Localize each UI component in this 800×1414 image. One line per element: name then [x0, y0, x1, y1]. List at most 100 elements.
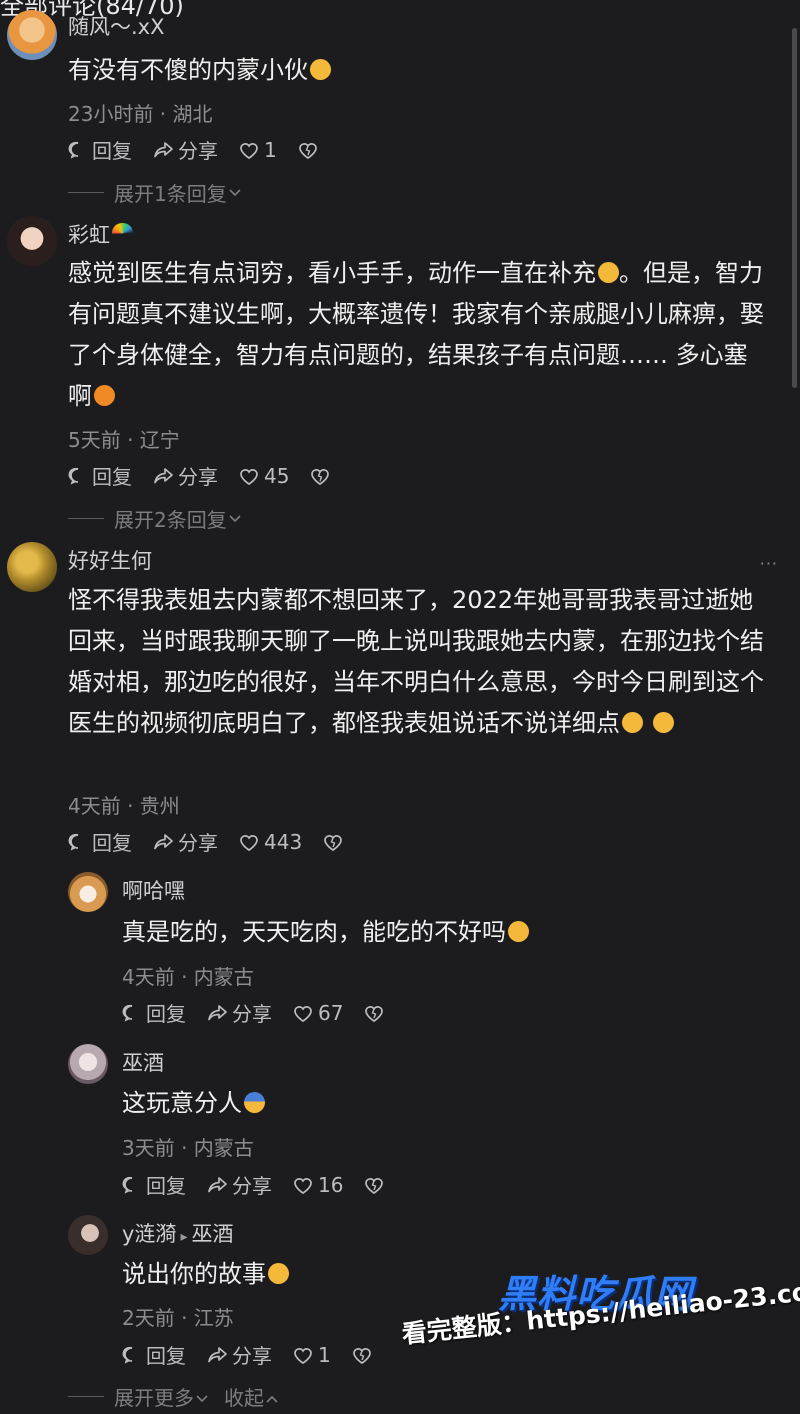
heart-icon	[294, 1177, 312, 1194]
more-options-button[interactable]: ···	[760, 554, 778, 573]
scrollbar[interactable]	[792, 28, 797, 388]
chevron-up-icon	[266, 1395, 278, 1403]
grinning-sweat-emoji	[508, 921, 529, 942]
reply-button[interactable]: 回复	[68, 461, 132, 490]
reply-username[interactable]: 巫酒	[122, 1047, 164, 1077]
comment-actions: 回复 分享 1	[68, 135, 343, 164]
reply-label: 回复	[92, 831, 132, 855]
heart-icon	[240, 468, 258, 485]
comment-text: 感觉到医生有点词穷，看小手手，动作一直在补充 。但是，智力有问题真不建议生啊，大概…	[68, 253, 768, 417]
reply-text: 真是吃的，天天吃肉，能吃的不好吗	[122, 912, 762, 953]
like-button[interactable]: 1	[292, 1343, 331, 1367]
scared-face-emoji	[244, 1092, 265, 1113]
expand-label: 展开1条回复	[114, 182, 227, 206]
share-label: 分享	[232, 1174, 272, 1198]
reply-to-arrow-icon: ▸	[180, 1229, 188, 1245]
comment-bubble-icon	[122, 1346, 133, 1364]
like-button[interactable]: 1	[238, 138, 277, 162]
reply-text-content: 说出你的故事	[122, 1260, 266, 1288]
reply-button[interactable]: 回复	[68, 135, 132, 164]
avatar[interactable]	[7, 216, 57, 266]
chevron-down-icon	[229, 514, 241, 522]
comment-username[interactable]: 彩虹	[68, 219, 133, 249]
like-count: 1	[264, 137, 277, 162]
avatar[interactable]	[68, 872, 108, 912]
broken-heart-icon	[298, 142, 317, 159]
dislike-button[interactable]	[363, 1175, 389, 1195]
reply-label: 回复	[146, 1174, 186, 1198]
username-text: y涟漪	[122, 1222, 177, 1246]
heart-icon	[294, 1005, 312, 1022]
reply-label: 回复	[92, 465, 132, 489]
share-button[interactable]: 分享	[152, 827, 218, 856]
broken-heart-icon	[324, 834, 343, 851]
reply-text: 这玩意分人	[122, 1083, 762, 1124]
chevron-down-icon	[196, 1395, 208, 1403]
comment-actions: 回复 分享 443	[68, 827, 368, 856]
reply-meta: 4天前 · 内蒙古	[122, 965, 254, 989]
reply-button[interactable]: 回复	[122, 998, 186, 1027]
expand-replies-button[interactable]: 展开1条回复	[68, 178, 243, 207]
reply-label: 回复	[146, 1002, 186, 1026]
share-button[interactable]: 分享	[152, 461, 218, 490]
comment-bubble-icon	[68, 833, 79, 851]
broken-heart-icon	[311, 468, 330, 485]
reply-button[interactable]: 回复	[68, 827, 132, 856]
share-button[interactable]: 分享	[206, 1340, 272, 1369]
dislike-button[interactable]	[322, 832, 348, 852]
reply-meta: 2天前 · 江苏	[122, 1306, 234, 1330]
dislike-button[interactable]	[297, 140, 323, 160]
avatar[interactable]	[7, 542, 57, 592]
like-button[interactable]: 45	[238, 464, 289, 488]
like-button[interactable]: 67	[292, 1001, 343, 1025]
comment-bubble-icon	[68, 141, 79, 159]
broken-heart-icon	[365, 1005, 384, 1022]
reply-username[interactable]: y涟漪 ▸ 巫酒	[122, 1218, 233, 1248]
rofl-emoji	[652, 712, 674, 733]
like-button[interactable]: 16	[292, 1173, 343, 1197]
rainbow-emoji	[112, 223, 133, 244]
collapse-label: 收起	[224, 1386, 264, 1410]
reply-button[interactable]: 回复	[122, 1340, 186, 1369]
divider	[68, 192, 104, 193]
avatar[interactable]	[68, 1215, 108, 1255]
expand-more-button[interactable]: 展开更多	[114, 1382, 210, 1411]
share-icon	[208, 1346, 227, 1362]
avatar[interactable]	[7, 10, 57, 60]
reply-meta: 3天前 · 内蒙古	[122, 1136, 254, 1160]
divider	[68, 518, 104, 519]
reply-actions: 回复 分享 16	[122, 1170, 409, 1199]
reply-button[interactable]: 回复	[122, 1170, 186, 1199]
expand-replies-button[interactable]: 展开2条回复	[68, 504, 243, 533]
like-button[interactable]: 443	[238, 830, 302, 854]
dislike-button[interactable]	[309, 466, 335, 486]
reply-to-user[interactable]: 巫酒	[191, 1222, 233, 1246]
comment-username[interactable]: 随风～.xX	[68, 11, 165, 41]
comment-text-content: 有没有不傻的内蒙小伙	[68, 56, 308, 84]
comment-meta: 4天前 · 贵州	[68, 794, 180, 818]
share-icon	[154, 467, 173, 483]
share-button[interactable]: 分享	[152, 135, 218, 164]
collapse-button[interactable]: 收起	[224, 1382, 280, 1411]
share-icon	[154, 833, 173, 849]
dislike-button[interactable]	[363, 1003, 389, 1023]
reply-label: 回复	[146, 1344, 186, 1368]
comment-bubble-icon	[122, 1176, 133, 1194]
share-button[interactable]: 分享	[206, 1170, 272, 1199]
share-button[interactable]: 分享	[206, 998, 272, 1027]
username-text: 彩虹	[68, 223, 110, 247]
avatar[interactable]	[68, 1044, 108, 1084]
rofl-emoji	[622, 712, 643, 733]
reply-username[interactable]: 啊哈嘿	[122, 875, 185, 905]
comment-username[interactable]: 好好生何	[68, 545, 152, 575]
nerd-face-emoji	[310, 59, 331, 80]
comment-meta: 23小时前 · 湖北	[68, 102, 213, 126]
share-label: 分享	[178, 831, 218, 855]
like-count: 67	[318, 1000, 344, 1025]
like-count: 443	[264, 829, 303, 854]
heart-eyes-emoji	[268, 1263, 289, 1284]
comment-bubble-icon	[122, 1004, 133, 1022]
dislike-button[interactable]	[351, 1345, 377, 1365]
comment-bubble-icon	[68, 467, 79, 485]
reply-actions: 回复 分享 1	[122, 1340, 397, 1369]
